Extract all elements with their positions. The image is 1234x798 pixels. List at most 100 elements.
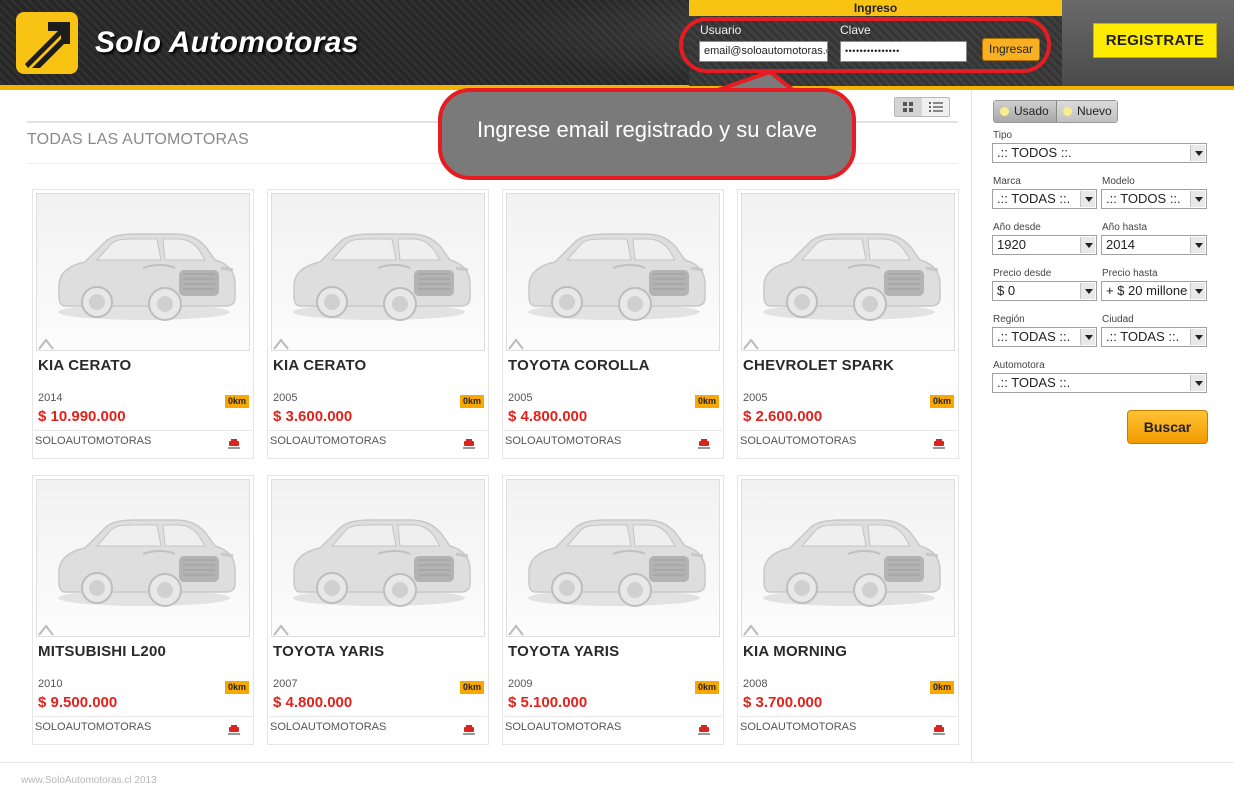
car-silhouette-icon xyxy=(293,233,471,321)
car-silhouette-icon xyxy=(293,519,471,607)
status-badge: 0km xyxy=(694,681,719,694)
car-price: $ 3.700.000 xyxy=(743,694,823,711)
region-select-value: .:: TODAS ::. xyxy=(997,329,1071,344)
year-from-value: 1920 xyxy=(997,237,1026,252)
car-placeholder-image[interactable] xyxy=(506,479,720,637)
listing-card[interactable]: KIA CERATO 2014 0km $ 10.990.000 SOLOAUT… xyxy=(32,189,254,459)
car-silhouette-icon xyxy=(58,519,236,607)
car-placeholder-image[interactable] xyxy=(271,479,485,637)
footer-copyright[interactable]: www.SoloAutomotoras.cl 2013 xyxy=(21,775,157,786)
dealer-name[interactable]: SOLOAUTOMOTORAS xyxy=(35,721,151,733)
price-from-select[interactable]: $ 0 xyxy=(992,281,1097,301)
dealer-name[interactable]: SOLOAUTOMOTORAS xyxy=(740,721,856,733)
car-title[interactable]: KIA CERATO xyxy=(38,357,131,374)
listing-card[interactable]: TOYOTA YARIS 2009 0km $ 5.100.000 SOLOAU… xyxy=(502,475,724,745)
corner-chevron-icon xyxy=(508,624,524,636)
status-badge: 0km xyxy=(459,395,484,408)
site-footer xyxy=(0,762,1234,798)
dealer-filter-label: Automotora xyxy=(993,360,1045,371)
dealer-car-icon xyxy=(933,439,945,449)
card-divider xyxy=(504,430,722,431)
car-title[interactable]: TOYOTA YARIS xyxy=(273,643,384,660)
car-placeholder-image[interactable] xyxy=(271,193,485,351)
dealer-name[interactable]: SOLOAUTOMOTORAS xyxy=(740,435,856,447)
dealer-car-icon xyxy=(463,725,475,735)
chevron-down-icon xyxy=(1080,283,1095,299)
car-placeholder-image[interactable] xyxy=(741,479,955,637)
chevron-down-icon xyxy=(1190,375,1205,391)
listing-card[interactable]: CHEVROLET SPARK 2005 0km $ 2.600.000 SOL… xyxy=(737,189,959,459)
car-price: $ 3.600.000 xyxy=(273,408,353,425)
corner-chevron-icon xyxy=(38,338,54,350)
price-to-value: + $ 20 millones xyxy=(1106,283,1188,298)
status-badge: 0km xyxy=(929,681,954,694)
car-price: $ 9.500.000 xyxy=(38,694,118,711)
listing-card[interactable]: KIA MORNING 2008 0km $ 3.700.000 SOLOAUT… xyxy=(737,475,959,745)
region-select[interactable]: .:: TODAS ::. xyxy=(992,327,1097,347)
dealer-name[interactable]: SOLOAUTOMOTORAS xyxy=(270,721,386,733)
card-divider xyxy=(269,716,487,717)
chevron-down-icon xyxy=(1190,237,1205,253)
car-placeholder-image[interactable] xyxy=(36,193,250,351)
chevron-down-icon xyxy=(1190,283,1205,299)
chevron-down-icon xyxy=(1190,329,1205,345)
status-badge: 0km xyxy=(694,395,719,408)
year-to-select[interactable]: 2014 xyxy=(1101,235,1207,255)
car-silhouette-icon xyxy=(58,233,236,321)
dealer-car-icon xyxy=(698,439,710,449)
corner-chevron-icon xyxy=(38,624,54,636)
card-divider xyxy=(34,716,252,717)
city-select-value: .:: TODAS ::. xyxy=(1106,329,1180,344)
price-to-select[interactable]: + $ 20 millones xyxy=(1101,281,1207,301)
region-label: Región xyxy=(993,314,1025,325)
callout-text: Ingrese email registrado y su clave xyxy=(477,117,817,142)
listing-card[interactable]: TOYOTA YARIS 2007 0km $ 4.800.000 SOLOAU… xyxy=(267,475,489,745)
corner-chevron-icon xyxy=(273,624,289,636)
car-price: $ 4.800.000 xyxy=(273,694,353,711)
car-silhouette-icon xyxy=(763,233,941,321)
year-to-label: Año hasta xyxy=(1102,222,1148,233)
dealer-car-icon xyxy=(933,725,945,735)
dealer-select[interactable]: .:: TODAS ::. xyxy=(992,373,1207,393)
year-to-value: 2014 xyxy=(1106,237,1135,252)
corner-chevron-icon xyxy=(743,624,759,636)
car-year: 2008 xyxy=(743,678,768,690)
car-price: $ 10.990.000 xyxy=(38,408,126,425)
year-from-select[interactable]: 1920 xyxy=(992,235,1097,255)
car-price: $ 4.800.000 xyxy=(508,408,588,425)
car-placeholder-image[interactable] xyxy=(506,193,720,351)
car-year: 2005 xyxy=(273,392,298,404)
dealer-name[interactable]: SOLOAUTOMOTORAS xyxy=(505,435,621,447)
price-to-label: Precio hasta xyxy=(1102,268,1158,279)
dealer-name[interactable]: SOLOAUTOMOTORAS xyxy=(35,435,151,447)
card-divider xyxy=(739,716,957,717)
car-title[interactable]: CHEVROLET SPARK xyxy=(743,357,894,374)
chevron-down-icon xyxy=(1080,237,1095,253)
listing-card[interactable]: TOYOTA COROLLA 2005 0km $ 4.800.000 SOLO… xyxy=(502,189,724,459)
dealer-car-icon xyxy=(228,725,240,735)
dealer-name[interactable]: SOLOAUTOMOTORAS xyxy=(270,435,386,447)
city-select[interactable]: .:: TODAS ::. xyxy=(1101,327,1207,347)
chevron-down-icon xyxy=(1080,329,1095,345)
car-price: $ 5.100.000 xyxy=(508,694,588,711)
car-title[interactable]: MITSUBISHI L200 xyxy=(38,643,166,660)
car-year: 2014 xyxy=(38,392,63,404)
car-title[interactable]: KIA MORNING xyxy=(743,643,847,660)
status-badge: 0km xyxy=(224,681,249,694)
car-placeholder-image[interactable] xyxy=(36,479,250,637)
card-divider xyxy=(269,430,487,431)
car-silhouette-icon xyxy=(528,233,706,321)
card-divider xyxy=(739,430,957,431)
car-year: 2010 xyxy=(38,678,63,690)
car-placeholder-image[interactable] xyxy=(741,193,955,351)
car-title[interactable]: TOYOTA COROLLA xyxy=(508,357,650,374)
dealer-name[interactable]: SOLOAUTOMOTORAS xyxy=(505,721,621,733)
card-divider xyxy=(34,430,252,431)
price-from-label: Precio desde xyxy=(993,268,1052,279)
car-title[interactable]: KIA CERATO xyxy=(273,357,366,374)
car-year: 2005 xyxy=(508,392,533,404)
search-button[interactable]: Buscar xyxy=(1127,410,1208,444)
listing-card[interactable]: MITSUBISHI L200 2010 0km $ 9.500.000 SOL… xyxy=(32,475,254,745)
car-title[interactable]: TOYOTA YARIS xyxy=(508,643,619,660)
listing-card[interactable]: KIA CERATO 2005 0km $ 3.600.000 SOLOAUTO… xyxy=(267,189,489,459)
